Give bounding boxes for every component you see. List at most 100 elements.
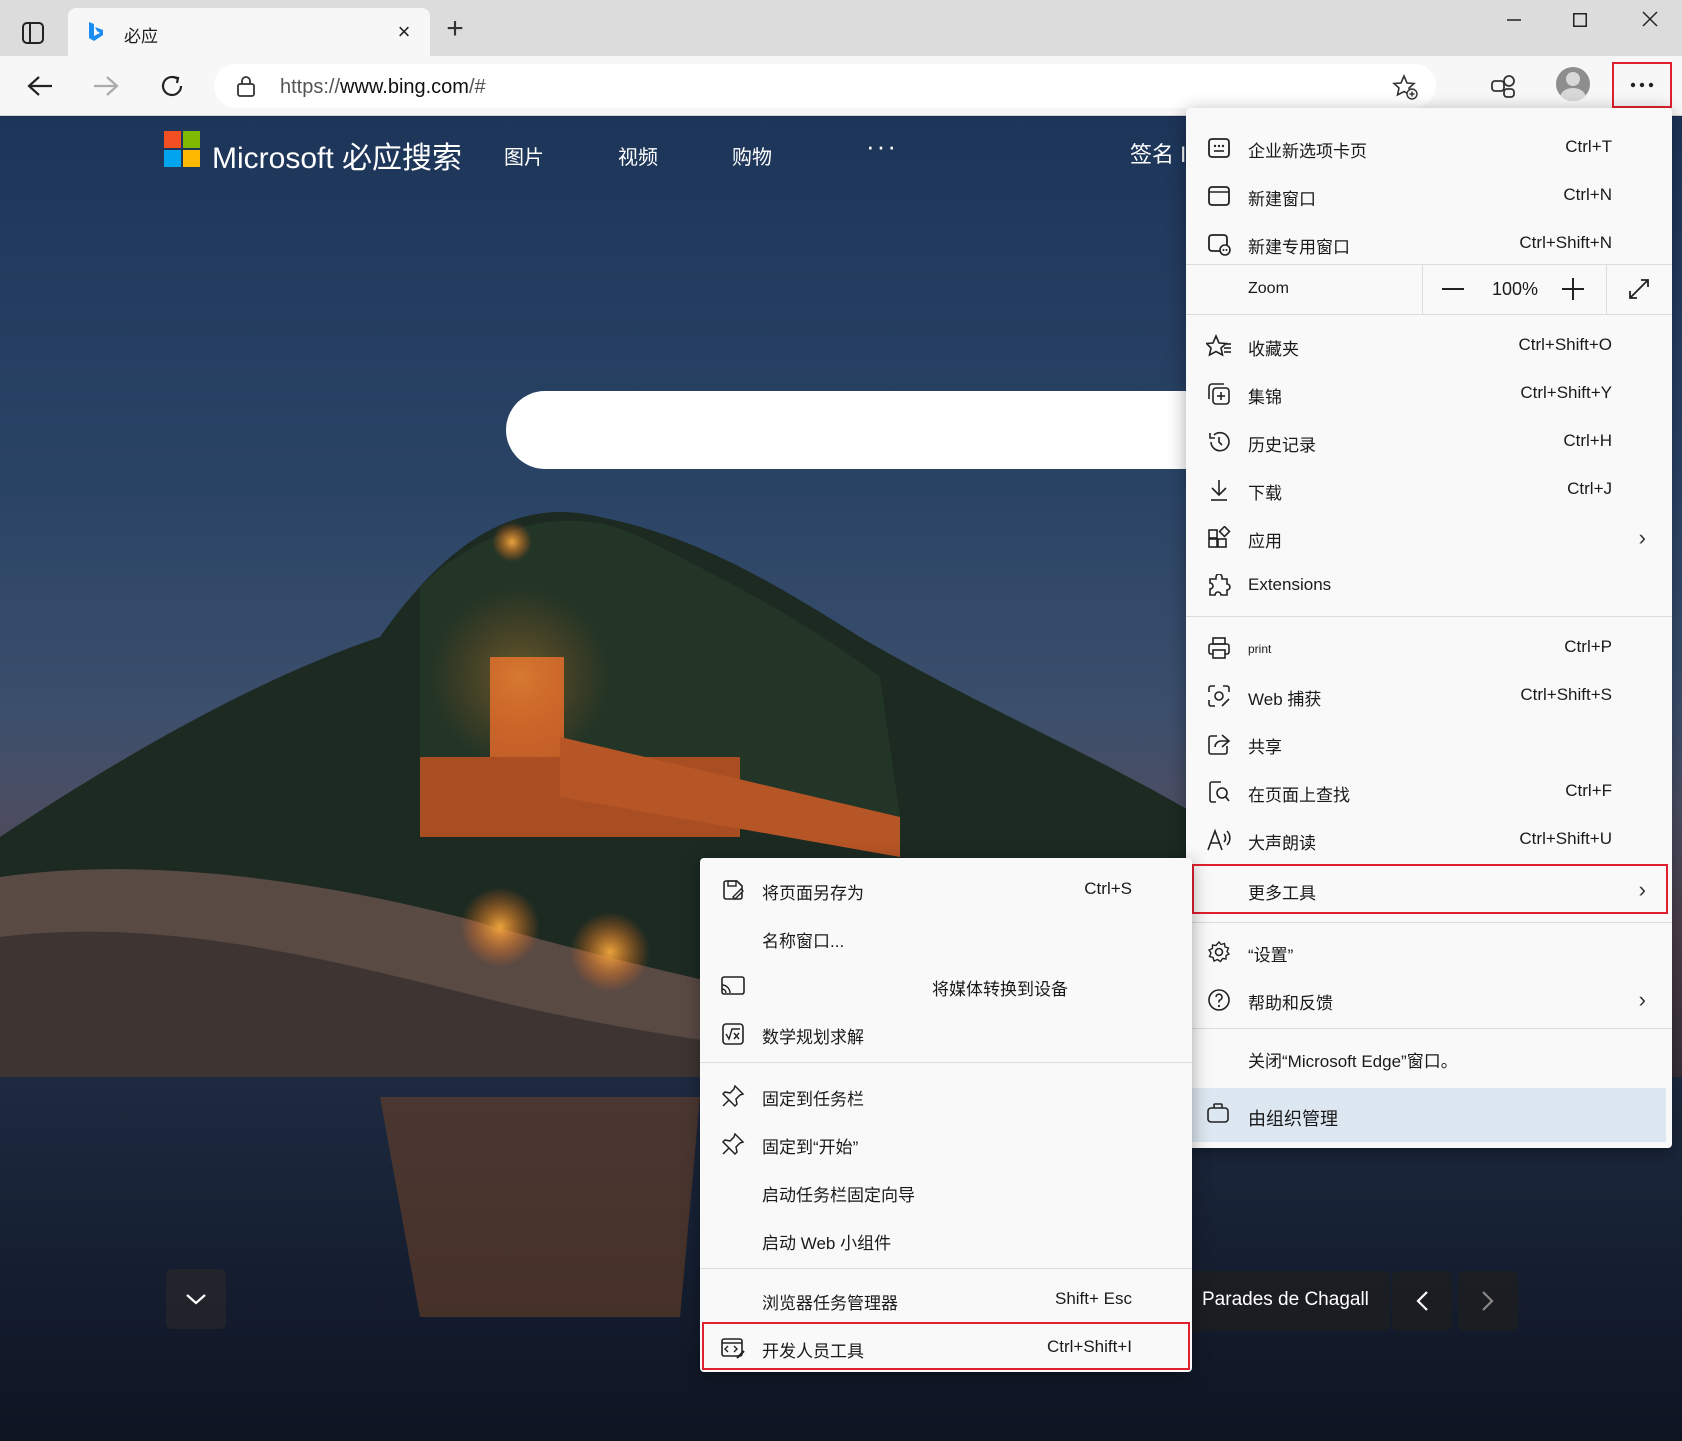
close-tab-icon[interactable]: × bbox=[392, 20, 416, 44]
zoom-divider bbox=[1422, 264, 1423, 314]
menu-item-extensions[interactable]: Extensions bbox=[1186, 562, 1672, 608]
submenu-item-label: 浏览器任务管理器 bbox=[762, 1294, 898, 1313]
url-text[interactable]: https://www.bing.com/# bbox=[280, 76, 486, 99]
next-image-icon[interactable] bbox=[1458, 1271, 1518, 1331]
menu-item-label: “设置” bbox=[1248, 946, 1294, 965]
submenu-item-pin-start[interactable]: 固定到“开始” bbox=[700, 1120, 1192, 1166]
web-capture-icon bbox=[1206, 683, 1232, 709]
microsoft-logo[interactable] bbox=[164, 131, 200, 167]
submenu-item-shortcut: Shift+ Esc bbox=[1054, 1289, 1132, 1308]
collections-toolbar-icon[interactable] bbox=[1484, 66, 1524, 106]
menu-item-label: print bbox=[1248, 642, 1272, 656]
menu-item-label: 关闭“Microsoft Edge”窗口。 bbox=[1248, 1052, 1458, 1071]
submenu-item-label: 数学规划求解 bbox=[762, 1028, 864, 1047]
managed-by-organization[interactable]: 由组织管理 bbox=[1192, 1088, 1666, 1142]
previous-image-icon[interactable] bbox=[1392, 1271, 1452, 1331]
submenu-item-cast-media[interactable]: 将媒体转换到设备 bbox=[700, 962, 1192, 1008]
settings-and-more-button[interactable] bbox=[1612, 62, 1672, 108]
menu-item-new-window[interactable]: 新建窗口 Ctrl+N bbox=[1186, 172, 1672, 218]
browser-tab[interactable]: 必应 × bbox=[68, 8, 430, 56]
menu-item-label: 历史记录 bbox=[1248, 436, 1316, 455]
submenu-item-pin-wizard[interactable]: 启动任务栏固定向导 bbox=[700, 1168, 1192, 1214]
menu-item-shortcut: Ctrl+Shift+O bbox=[1518, 335, 1612, 354]
zoom-out-button[interactable] bbox=[1436, 272, 1470, 306]
menu-item-print[interactable]: print Ctrl+P bbox=[1186, 624, 1672, 670]
menu-item-collections[interactable]: 集锦 Ctrl+Shift+Y bbox=[1186, 370, 1672, 416]
menu-item-label: 在页面上查找 bbox=[1248, 786, 1350, 805]
menu-item-history[interactable]: 历史记录 Ctrl+H bbox=[1186, 418, 1672, 464]
menu-item-favorites[interactable]: 收藏夹 Ctrl+Shift+O bbox=[1186, 322, 1672, 368]
menu-item-shortcut: Ctrl+Shift+Y bbox=[1520, 383, 1612, 402]
menu-item-close-edge[interactable]: 关闭“Microsoft Edge”窗口。 bbox=[1186, 1034, 1672, 1080]
menu-item-label: 下载 bbox=[1248, 484, 1282, 503]
menu-item-share[interactable]: 共享 bbox=[1186, 720, 1672, 766]
menu-item-read-aloud[interactable]: 大声朗读 Ctrl+Shift+U bbox=[1186, 816, 1672, 862]
menu-item-help-feedback[interactable]: 帮助和反馈 › bbox=[1186, 976, 1672, 1022]
menu-item-web-capture[interactable]: Web 捕获 Ctrl+Shift+S bbox=[1186, 672, 1672, 718]
zoom-divider bbox=[1606, 264, 1607, 314]
sign-in-link[interactable]: 签名 I bbox=[1130, 137, 1186, 169]
submenu-item-shortcut: Ctrl+S bbox=[1084, 879, 1132, 898]
menu-item-new-inprivate-window[interactable]: 新建专用窗口 Ctrl+Shift+N bbox=[1186, 220, 1672, 266]
forward-icon[interactable] bbox=[86, 66, 126, 106]
expand-down-button[interactable] bbox=[166, 1269, 226, 1329]
submenu-item-math-solver[interactable]: 数学规划求解 bbox=[700, 1010, 1192, 1056]
menu-item-apps[interactable]: 应用 › bbox=[1186, 514, 1672, 560]
download-icon bbox=[1206, 477, 1232, 503]
bing-search-input[interactable] bbox=[506, 391, 1196, 469]
print-icon bbox=[1206, 635, 1232, 661]
menu-item-label: 应用 bbox=[1248, 532, 1282, 551]
tab-actions-icon[interactable] bbox=[14, 14, 52, 52]
address-bar[interactable]: https://www.bing.com/# bbox=[214, 64, 1436, 108]
menu-item-shortcut: Ctrl+F bbox=[1565, 781, 1612, 800]
menu-item-label: 新建专用窗口 bbox=[1248, 238, 1350, 257]
menu-item-settings[interactable]: “设置” bbox=[1186, 928, 1672, 974]
nav-videos-link[interactable]: 视频 bbox=[618, 141, 658, 170]
menu-item-business-new-tab[interactable]: 企业新选项卡页 Ctrl+T bbox=[1186, 124, 1672, 170]
nav-more-icon[interactable]: ··· bbox=[866, 131, 898, 162]
menu-item-shortcut: Ctrl+Shift+S bbox=[1520, 685, 1612, 704]
menu-item-shortcut: Ctrl+Shift+U bbox=[1519, 829, 1612, 848]
find-icon bbox=[1206, 779, 1232, 805]
minimize-icon[interactable] bbox=[1490, 6, 1538, 36]
profile-avatar[interactable] bbox=[1556, 67, 1590, 101]
help-icon bbox=[1206, 987, 1232, 1013]
menu-item-label: 新建窗口 bbox=[1248, 190, 1316, 209]
submenu-item-task-manager[interactable]: 浏览器任务管理器 Shift+ Esc bbox=[700, 1276, 1192, 1322]
bing-favicon-icon bbox=[86, 21, 106, 43]
submenu-item-pin-taskbar[interactable]: 固定到任务栏 bbox=[700, 1072, 1192, 1118]
submenu-item-web-widget[interactable]: 启动 Web 小组件 bbox=[700, 1216, 1192, 1262]
submenu-item-label: 启动任务栏固定向导 bbox=[762, 1186, 915, 1205]
bing-brand-title[interactable]: Microsoft 必应搜索 bbox=[212, 133, 462, 177]
close-window-icon[interactable] bbox=[1626, 6, 1674, 36]
math-solver-icon bbox=[720, 1021, 746, 1047]
zoom-in-button[interactable] bbox=[1556, 272, 1590, 306]
menu-item-downloads[interactable]: 下载 Ctrl+J bbox=[1186, 466, 1672, 512]
submenu-item-developer-tools[interactable]: 开发人员工具 Ctrl+Shift+I bbox=[702, 1322, 1190, 1370]
title-bar: 必应 × + bbox=[0, 0, 1682, 56]
nav-images-link[interactable]: 图片 bbox=[504, 141, 544, 170]
new-tab-button[interactable]: + bbox=[440, 14, 470, 44]
menu-item-more-tools[interactable]: 更多工具 › bbox=[1192, 864, 1668, 914]
full-screen-icon[interactable] bbox=[1622, 272, 1656, 306]
menu-item-find-on-page[interactable]: 在页面上查找 Ctrl+F bbox=[1186, 768, 1672, 814]
back-icon[interactable] bbox=[20, 66, 60, 106]
chevron-right-icon: › bbox=[1638, 525, 1646, 550]
submenu-item-save-page[interactable]: 将页面另存为 Ctrl+S bbox=[700, 866, 1192, 912]
menu-item-shortcut: Ctrl+J bbox=[1567, 479, 1612, 498]
refresh-icon[interactable] bbox=[152, 66, 192, 106]
lock-icon[interactable] bbox=[236, 75, 256, 102]
nav-shopping-link[interactable]: 购物 bbox=[732, 141, 772, 170]
submenu-item-label: 固定到任务栏 bbox=[762, 1090, 864, 1109]
developer-tools-icon bbox=[720, 1335, 746, 1361]
apps-icon bbox=[1206, 525, 1232, 551]
submenu-item-label: 将媒体转换到设备 bbox=[932, 980, 1068, 999]
save-page-icon bbox=[720, 877, 746, 903]
image-caption-text: Parades de Chagall bbox=[1202, 1289, 1369, 1310]
submenu-item-name-window[interactable]: 名称窗口... bbox=[700, 914, 1192, 960]
menu-item-label: 更多工具 bbox=[1248, 884, 1316, 903]
add-favorite-icon[interactable] bbox=[1392, 73, 1418, 105]
maximize-icon[interactable] bbox=[1556, 6, 1604, 36]
more-tools-submenu: 将页面另存为 Ctrl+S 名称窗口... 将媒体转换到设备 数学规划求解 固定… bbox=[700, 858, 1192, 1372]
menu-item-label: 集锦 bbox=[1248, 388, 1282, 407]
